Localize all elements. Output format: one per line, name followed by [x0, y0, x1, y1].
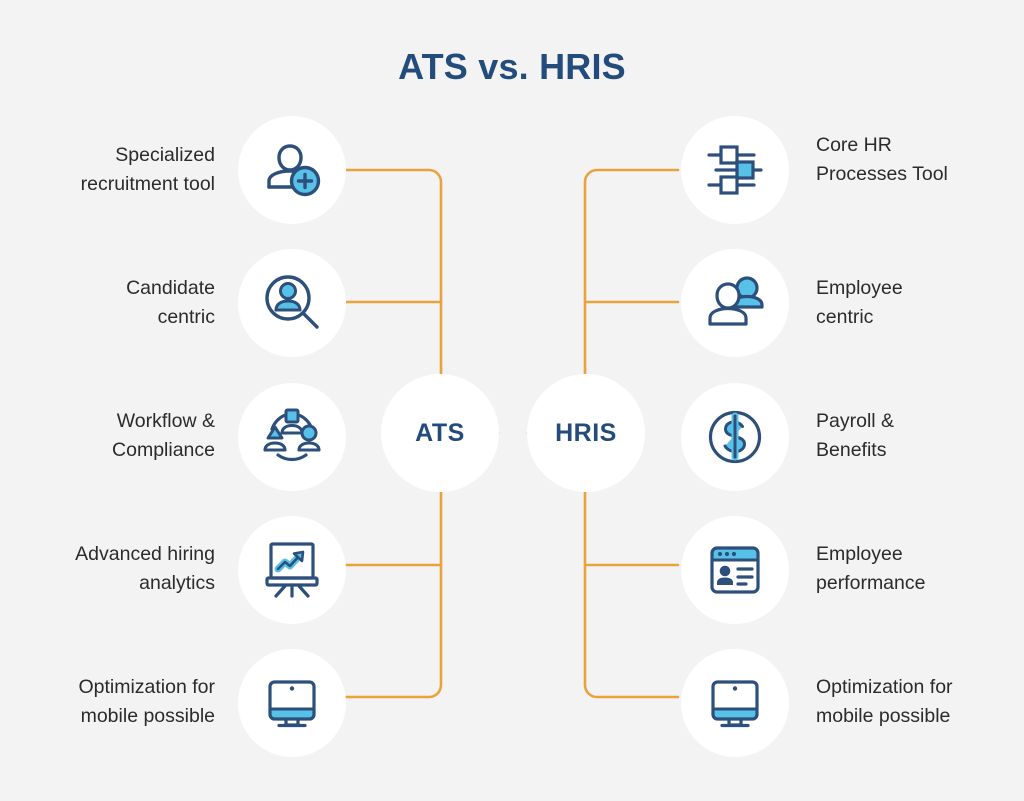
icon-bubble-candidate-centric[interactable] — [238, 249, 346, 357]
hub-ats[interactable]: ATS — [381, 374, 499, 492]
desktop-monitor-icon — [711, 680, 759, 728]
icon-bubble-employee-centric[interactable] — [681, 249, 789, 357]
icon-bubble-core-hr-processes-tool[interactable] — [681, 116, 789, 224]
candidate-search-icon — [265, 275, 319, 329]
icon-bubble-advanced-hiring-analytics[interactable] — [238, 516, 346, 624]
label-core-hr-processes-tool: Core HR Processes Tool — [816, 134, 948, 185]
label-specialized-recruitment-tool: Specialized recruitment tool — [80, 144, 215, 195]
label-employee-centric: Employee centric — [816, 277, 903, 328]
label-advanced-hiring-analytics: Advanced hiring analytics — [75, 543, 215, 594]
hub-ats-label: ATS — [415, 418, 465, 447]
icon-bubble-workflow-compliance[interactable] — [238, 383, 346, 491]
desktop-monitor-icon — [268, 680, 316, 728]
user-add-icon — [267, 144, 321, 197]
icon-bubble-employee-performance[interactable] — [681, 516, 789, 624]
label-payroll-benefits: Payroll & Benefits — [816, 410, 895, 461]
two-people-icon — [708, 276, 764, 326]
label-optimization-mobile-right: Optimization for mobile possible — [816, 676, 953, 727]
hub-hris[interactable]: HRIS — [527, 374, 645, 492]
icon-bubble-optimization-mobile-left[interactable] — [238, 649, 346, 757]
icon-bubble-payroll-benefits[interactable] — [681, 383, 789, 491]
icon-bubble-specialized-recruitment-tool[interactable] — [238, 116, 346, 224]
analytics-chart-icon — [265, 542, 319, 598]
dollar-coin-icon — [708, 410, 762, 464]
infographic-canvas: ATS vs. HRIS ATS HRIS Specialized recrui… — [0, 0, 1024, 801]
hub-hris-label: HRIS — [555, 418, 617, 447]
label-optimization-mobile-left: Optimization for mobile possible — [78, 676, 215, 727]
icon-bubble-optimization-mobile-right[interactable] — [681, 649, 789, 757]
profile-window-icon — [710, 546, 760, 594]
sliders-settings-icon — [707, 145, 763, 195]
label-employee-performance: Employee performance — [816, 543, 926, 594]
workflow-group-icon — [263, 408, 321, 462]
label-workflow-compliance: Workflow & Compliance — [112, 410, 215, 461]
label-candidate-centric: Candidate centric — [126, 277, 215, 328]
